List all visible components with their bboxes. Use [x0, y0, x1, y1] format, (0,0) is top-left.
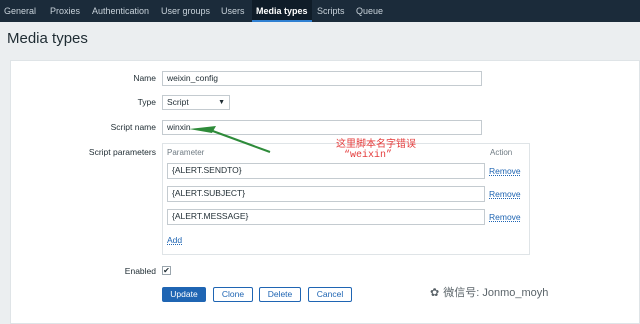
annotation-arrow [189, 126, 271, 153]
annotation-line-2: “weixin” [344, 150, 393, 161]
watermark-text: 微信号: Jonmo_moyh [443, 287, 549, 299]
annotation-line-1: 这里脚本名字错误 [336, 139, 416, 150]
wechat-watermark: ✿ 微信号: Jonmo_moyh [430, 284, 548, 300]
wechat-icon: ✿ [430, 287, 440, 299]
